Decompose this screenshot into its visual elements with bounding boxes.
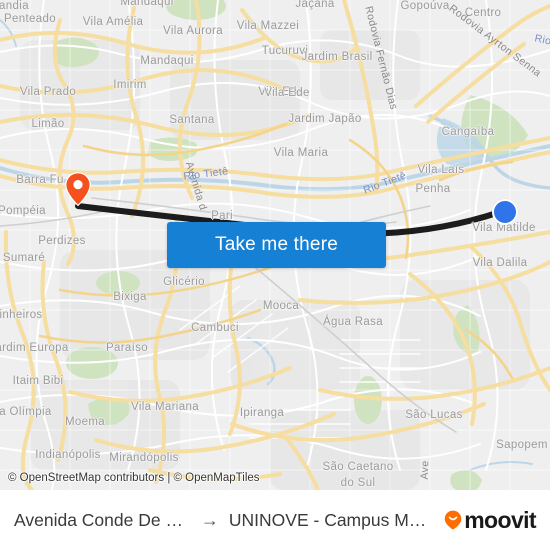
moovit-pin-icon [444,510,462,530]
map-attribution: © OpenStreetMap contributors | © OpenMap… [8,472,260,484]
trip-destination-label: UNINOVE - Campus Mem... [228,509,431,530]
take-me-there-button[interactable]: Take me there [167,222,386,268]
map-canvas[interactable]: .wht { stroke:#ffffff; fill:none; stroke… [0,0,550,490]
moovit-wordmark: moovit [464,506,536,533]
origin-pin[interactable] [65,172,91,207]
moovit-route-screen: .wht { stroke:#ffffff; fill:none; stroke… [0,0,550,550]
trip-footer: Avenida Conde De Fro... → UNINOVE - Camp… [0,490,550,550]
destination-dot[interactable] [492,199,518,225]
arrow-right-icon: → [200,510,219,530]
trip-origin-label: Avenida Conde De Fro... [14,509,191,530]
moovit-logo[interactable]: moovit [444,506,537,533]
map-pin-icon [65,172,91,207]
